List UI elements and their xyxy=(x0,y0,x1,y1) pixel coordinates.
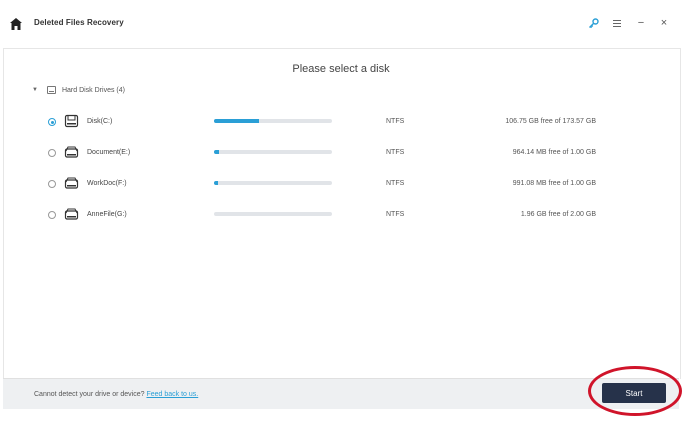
group-label: Hard Disk Drives (4) xyxy=(61,86,125,94)
feedback-link[interactable]: Feed back to us. xyxy=(146,391,198,398)
drive-icon xyxy=(64,177,79,189)
drive-icon xyxy=(64,146,79,158)
footer-hint: Cannot detect your drive or device? Feed… xyxy=(34,391,198,398)
hard-disk-group-header[interactable]: ▼ Hard Disk Drives (4) xyxy=(32,86,125,94)
drive-row[interactable]: WorkDoc(F:) NTFS 991.08 MB free of 1.00 … xyxy=(0,175,682,195)
home-icon[interactable] xyxy=(9,17,23,31)
drive-radio[interactable] xyxy=(48,118,56,126)
free-space: 964.14 MB free of 1.00 GB xyxy=(512,149,596,156)
title-bar: Deleted Files Recovery − × xyxy=(0,0,690,48)
minimize-icon[interactable]: − xyxy=(633,15,649,31)
free-space: 1.96 GB free of 2.00 GB xyxy=(520,211,596,218)
file-system: NTFS xyxy=(386,180,405,187)
drive-radio[interactable] xyxy=(48,180,56,188)
usage-bar-fill xyxy=(214,181,218,185)
drive-icon xyxy=(64,208,79,220)
collapse-triangle-icon[interactable]: ▼ xyxy=(32,87,38,93)
hard-disk-icon xyxy=(46,86,56,94)
usage-bar xyxy=(214,181,332,185)
usage-bar-fill xyxy=(214,119,259,123)
free-space: 106.75 GB free of 173.57 GB xyxy=(505,118,596,125)
file-system: NTFS xyxy=(386,211,405,218)
drive-name: Disk(C:) xyxy=(87,118,113,125)
drive-name: WorkDoc(F:) xyxy=(87,180,127,187)
hint-text: Cannot detect your drive or device? xyxy=(34,391,145,398)
close-icon[interactable]: × xyxy=(656,15,672,31)
drive-row[interactable]: Document(E:) NTFS 964.14 MB free of 1.00… xyxy=(0,144,682,164)
drive-row[interactable]: AnneFile(G:) NTFS 1.96 GB free of 2.00 G… xyxy=(0,206,682,226)
drive-icon xyxy=(64,114,79,128)
drive-name: AnneFile(G:) xyxy=(87,211,127,218)
start-button[interactable]: Start xyxy=(602,383,666,403)
file-system: NTFS xyxy=(386,118,405,125)
page-heading: Please select a disk xyxy=(292,63,390,75)
usage-bar xyxy=(214,212,332,216)
usage-bar xyxy=(214,150,332,154)
drive-radio[interactable] xyxy=(48,149,56,157)
usage-bar-fill xyxy=(214,150,219,154)
free-space: 991.08 MB free of 1.00 GB xyxy=(512,180,596,187)
drive-radio[interactable] xyxy=(48,211,56,219)
key-icon[interactable] xyxy=(585,15,601,31)
file-system: NTFS xyxy=(386,149,405,156)
footer-bar: Cannot detect your drive or device? Feed… xyxy=(3,378,679,409)
drive-row[interactable]: Disk(C:) NTFS 106.75 GB free of 173.57 G… xyxy=(0,113,682,133)
menu-icon[interactable] xyxy=(609,15,625,31)
usage-bar xyxy=(214,119,332,123)
drive-name: Document(E:) xyxy=(87,149,131,156)
app-title: Deleted Files Recovery xyxy=(34,18,124,27)
